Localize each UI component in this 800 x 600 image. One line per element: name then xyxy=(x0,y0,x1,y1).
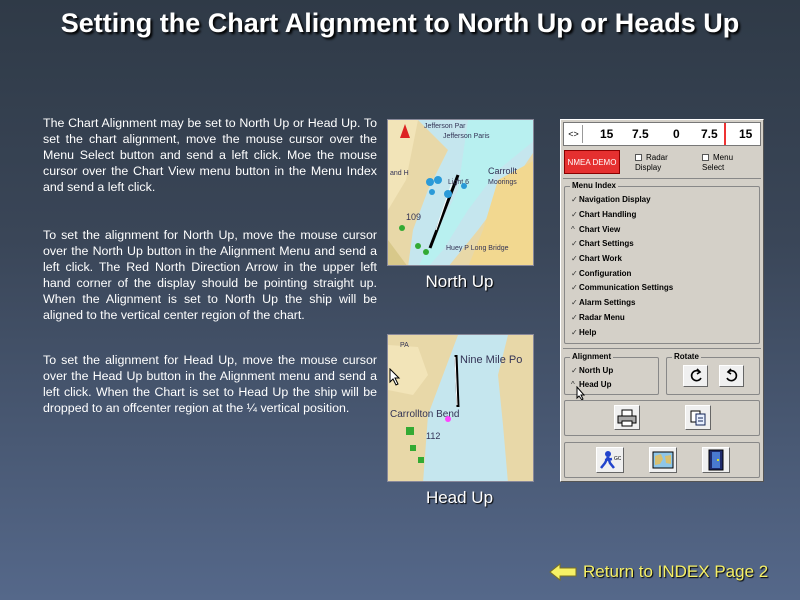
svg-text:GO: GO xyxy=(614,456,621,462)
page-title: Setting the Chart Alignment to North Up … xyxy=(60,8,740,38)
map-icon xyxy=(652,451,674,469)
menu-select-checkbox[interactable]: Menu Select xyxy=(702,153,752,173)
map-button[interactable] xyxy=(649,447,677,473)
divider xyxy=(563,178,761,179)
rotate-left-button[interactable] xyxy=(683,365,708,387)
menu-index-label: Menu Index xyxy=(570,181,619,190)
scale-tick: 7.5 xyxy=(701,127,718,141)
mouse-cursor-icon xyxy=(389,368,401,386)
mouse-cursor-icon xyxy=(576,386,586,401)
menu-item-communication-settings[interactable]: ✓Communication Settings xyxy=(571,283,673,292)
scale-tick: 15 xyxy=(600,127,614,141)
head-up-caption: Head Up xyxy=(425,488,494,507)
scale-tick: 7.5 xyxy=(632,127,649,141)
north-up-button[interactable]: ✓North Up xyxy=(571,366,613,375)
printer-icon xyxy=(617,409,637,426)
arrow-left-icon xyxy=(549,563,577,581)
scale-tick: 15 xyxy=(739,127,753,141)
return-index-link[interactable]: Return to INDEX Page 2 xyxy=(549,562,768,582)
person-icon: GO xyxy=(600,451,621,469)
menu-item-chart-work[interactable]: ✓Chart Work xyxy=(571,254,622,263)
chart-label: Huey P Long Bridge xyxy=(446,245,509,252)
rotate-group: Rotate xyxy=(666,352,760,395)
chart-label: Jefferson Paris xyxy=(443,133,490,140)
chart-label: 109 xyxy=(406,212,421,222)
exit-button[interactable] xyxy=(702,447,730,473)
chart-label: PA xyxy=(400,342,409,349)
north-up-caption: North Up xyxy=(425,272,494,291)
north-up-paragraph: To set the alignment for North Up, move … xyxy=(43,228,377,322)
scale-marker xyxy=(724,123,726,145)
nmea-demo-button[interactable]: NMEA DEMO xyxy=(564,150,620,174)
menu-item-configuration[interactable]: ✓Configuration xyxy=(571,269,631,278)
menu-item-radar-menu[interactable]: ✓Radar Menu xyxy=(571,313,625,322)
print-button[interactable] xyxy=(614,405,640,430)
menu-item-navigation-display[interactable]: ✓Navigation Display xyxy=(571,195,651,204)
chart-label: Jefferson Par xyxy=(424,123,466,130)
menu-item-chart-handling[interactable]: ✓Chart Handling xyxy=(571,210,636,219)
utility-group xyxy=(564,400,760,436)
chart-label: Carrollt xyxy=(488,166,518,176)
radar-scale: <> 15 7.5 0 7.5 15 xyxy=(563,122,761,146)
divider xyxy=(563,348,761,349)
rotate-label: Rotate xyxy=(672,352,701,361)
person-button[interactable]: GO xyxy=(596,447,624,473)
menu-item-help[interactable]: ✓Help xyxy=(571,328,596,337)
chart-label: Nine Mile Po xyxy=(460,354,522,366)
rotate-right-button[interactable] xyxy=(719,365,744,387)
menu-item-alarm-settings[interactable]: ✓Alarm Settings xyxy=(571,298,635,307)
scale-arrow-button[interactable]: <> xyxy=(565,125,583,143)
chart-label: and H xyxy=(390,170,409,177)
chart-label: Moorings xyxy=(488,179,517,186)
head-up-chart-image: PA Nine Mile Po Carrollton Bend 112 xyxy=(387,334,534,482)
scale-tick: 0 xyxy=(673,127,680,141)
alignment-label: Alignment xyxy=(570,352,614,361)
intro-paragraph: The Chart Alignment may be set to North … xyxy=(43,116,377,194)
chart-label: 112 xyxy=(426,431,440,441)
radar-display-checkbox[interactable]: Radar Display xyxy=(635,153,685,173)
control-panel: <> 15 7.5 0 7.5 15 NMEA DEMO Radar Displ… xyxy=(560,119,764,482)
menu-item-chart-view[interactable]: ^ Chart View xyxy=(571,225,620,234)
copy-button[interactable] xyxy=(685,405,711,430)
exit-door-icon xyxy=(708,449,724,471)
return-link-label: Return to INDEX Page 2 xyxy=(583,562,769,581)
rotate-right-icon xyxy=(725,368,737,382)
rotate-left-icon xyxy=(690,368,702,382)
head-up-paragraph: To set the alignment for Head Up, move t… xyxy=(43,353,377,415)
copy-icon xyxy=(690,410,706,425)
menu-item-chart-settings[interactable]: ✓Chart Settings xyxy=(571,239,634,248)
north-up-chart-image: Jefferson Par Jefferson Paris Carrollt L… xyxy=(387,119,534,266)
